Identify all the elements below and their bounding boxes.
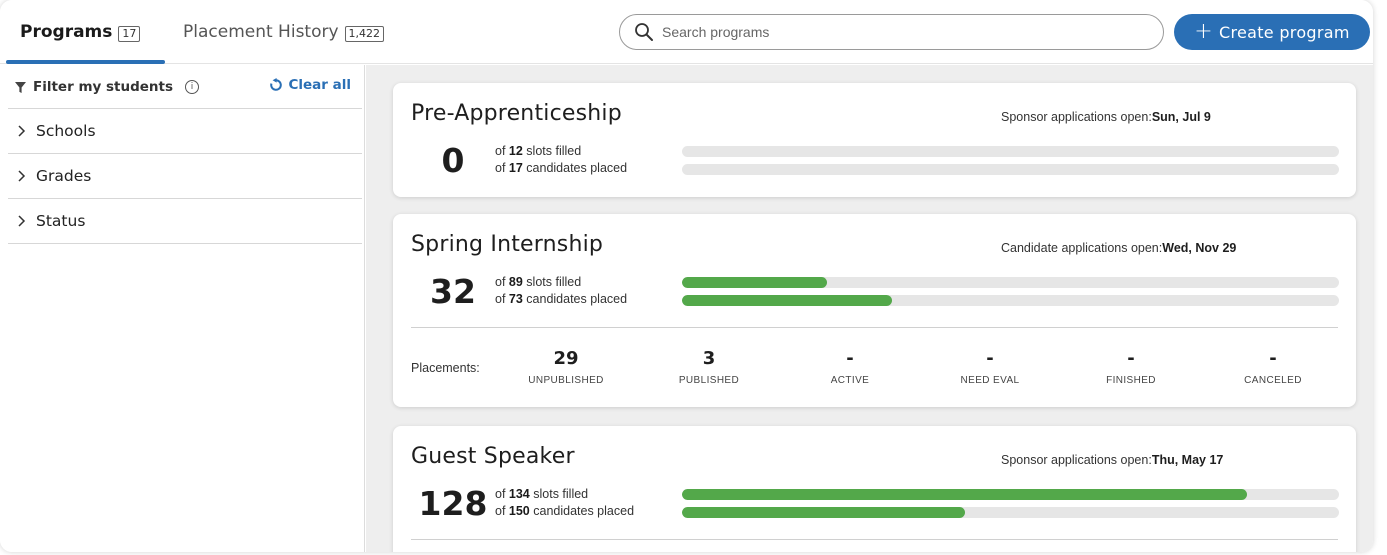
placement-stat-published[interactable]: 3 PUBLISHED xyxy=(649,348,769,386)
placement-stat-value: - xyxy=(1127,348,1135,369)
placement-stat-label: NEED EVAL xyxy=(960,375,1020,386)
program-title: Spring Internship xyxy=(411,232,604,257)
placement-stat-value: - xyxy=(846,348,854,369)
filter-label: Filter my students xyxy=(33,79,174,95)
candidates-text: candidates placed xyxy=(526,161,628,175)
top-bar: Programs 17 Placement History 1,422 + Cr… xyxy=(0,0,1373,64)
slots-filled-total: 89 xyxy=(508,275,523,289)
sidebar-item-label: Schools xyxy=(36,122,96,140)
filter-header: Filter my students i Clear all xyxy=(15,77,351,97)
placement-stat-label: CANCELED xyxy=(1244,375,1302,386)
app-window: Programs 17 Placement History 1,422 + Cr… xyxy=(0,0,1373,552)
slots-text: slots filled xyxy=(526,144,582,158)
slot-summary: of 134 slots filled of 150 candidates pl… xyxy=(495,487,635,518)
placement-stat-value: 3 xyxy=(702,348,716,369)
search-box[interactable] xyxy=(619,14,1164,50)
card-divider xyxy=(411,539,1338,540)
placed-count: 32 xyxy=(430,272,476,311)
filter-sidebar: Filter my students i Clear all Schools G… xyxy=(0,65,365,552)
slot-summary: of 12 slots filled of 17 candidates plac… xyxy=(495,144,628,175)
sidebar-item-grades[interactable]: Grades xyxy=(8,154,362,199)
slots-progress-fill xyxy=(682,489,1248,500)
active-tab-indicator xyxy=(6,60,165,64)
placement-stat-canceled[interactable]: - CANCELED xyxy=(1213,348,1333,386)
slots-progress-bar xyxy=(682,277,1339,288)
application-label: Candidate applications open xyxy=(1001,241,1159,255)
slots-progress-fill xyxy=(682,277,827,288)
search-input[interactable] xyxy=(662,24,1142,40)
program-title: Guest Speaker xyxy=(411,444,575,469)
tab-placement-history-label: Placement History xyxy=(183,22,339,42)
tab-placement-history-count: 1,422 xyxy=(344,26,385,42)
clear-all-button[interactable]: Clear all xyxy=(269,77,351,93)
tab-programs[interactable]: Programs 17 xyxy=(20,22,141,64)
placement-stat-value: - xyxy=(986,348,994,369)
chevron-right-icon xyxy=(18,170,26,182)
candidates-total: 150 xyxy=(508,504,530,518)
slots-text: slots filled xyxy=(526,275,582,289)
candidates-progress-fill xyxy=(682,295,893,306)
tab-programs-label: Programs xyxy=(20,22,113,42)
placement-stat-active[interactable]: - ACTIVE xyxy=(790,348,910,386)
placement-stat-value: - xyxy=(1269,348,1277,369)
placement-stat-need-eval[interactable]: - NEED EVAL xyxy=(930,348,1050,386)
filter-funnel-icon xyxy=(15,81,26,93)
search-icon xyxy=(635,23,653,41)
slots-filled-total: 134 xyxy=(508,487,530,501)
application-date: Thu, May 17 xyxy=(1151,453,1224,467)
candidates-text: candidates placed xyxy=(533,504,635,518)
placement-stat-label: ACTIVE xyxy=(830,375,870,386)
clear-all-label: Clear all xyxy=(288,77,351,93)
candidates-text: candidates placed xyxy=(526,292,628,306)
placements-label: Placements: xyxy=(411,361,480,375)
program-title: Pre-Apprenticeship xyxy=(411,101,622,126)
application-date: Sun, Jul 9 xyxy=(1151,110,1211,124)
application-status: Sponsor applications open:Sun, Jul 9 xyxy=(1001,110,1211,124)
program-card-guest-speaker[interactable]: Guest Speaker Sponsor applications open:… xyxy=(393,426,1356,552)
card-divider xyxy=(411,327,1338,328)
candidates-progress-bar xyxy=(682,507,1339,518)
slots-text: slots filled xyxy=(533,487,589,501)
placement-stat-label: FINISHED xyxy=(1106,375,1156,386)
slots-filled-total: 12 xyxy=(508,144,523,158)
chevron-right-icon xyxy=(18,125,26,137)
placement-stat-label: UNPUBLISHED xyxy=(528,375,604,386)
application-label: Sponsor applications open xyxy=(1001,110,1149,124)
slots-progress-bar xyxy=(682,489,1339,500)
create-program-button[interactable]: + Create program xyxy=(1174,14,1370,50)
candidates-total: 73 xyxy=(508,292,523,306)
tab-placement-history[interactable]: Placement History 1,422 xyxy=(183,22,385,64)
chevron-right-icon xyxy=(18,215,26,227)
application-status: Candidate applications open:Wed, Nov 29 xyxy=(1001,241,1237,255)
sidebar-item-schools[interactable]: Schools xyxy=(8,109,362,154)
info-icon[interactable]: i xyxy=(185,80,200,94)
plus-icon: + xyxy=(1194,19,1213,44)
sidebar-item-status[interactable]: Status xyxy=(8,199,362,244)
placement-stat-unpublished[interactable]: 29 UNPUBLISHED xyxy=(506,348,626,386)
sidebar-item-label: Grades xyxy=(36,167,92,185)
placement-stat-finished[interactable]: - FINISHED xyxy=(1071,348,1191,386)
slots-progress-bar xyxy=(682,146,1339,157)
candidates-progress-bar xyxy=(682,295,1339,306)
placement-stat-label: PUBLISHED xyxy=(678,375,740,386)
create-program-label: Create program xyxy=(1218,22,1350,42)
programs-list: Pre-Apprenticeship Sponsor applications … xyxy=(366,65,1373,552)
placed-count: 128 xyxy=(418,484,488,523)
candidates-progress-fill xyxy=(682,507,965,518)
placed-count: 0 xyxy=(441,141,465,180)
slot-summary: of 89 slots filled of 73 candidates plac… xyxy=(495,275,628,306)
reset-icon xyxy=(270,78,283,91)
sidebar-item-label: Status xyxy=(36,212,86,230)
program-card-pre-apprenticeship[interactable]: Pre-Apprenticeship Sponsor applications … xyxy=(393,83,1356,197)
tab-programs-count: 17 xyxy=(118,26,141,42)
candidates-total: 17 xyxy=(508,161,523,175)
placement-stat-value: 29 xyxy=(553,348,579,369)
application-label: Sponsor applications open xyxy=(1001,453,1149,467)
application-status: Sponsor applications open:Thu, May 17 xyxy=(1001,453,1224,467)
application-date: Wed, Nov 29 xyxy=(1162,241,1237,255)
program-card-spring-internship[interactable]: Spring Internship Candidate applications… xyxy=(393,214,1356,407)
candidates-progress-bar xyxy=(682,164,1339,175)
